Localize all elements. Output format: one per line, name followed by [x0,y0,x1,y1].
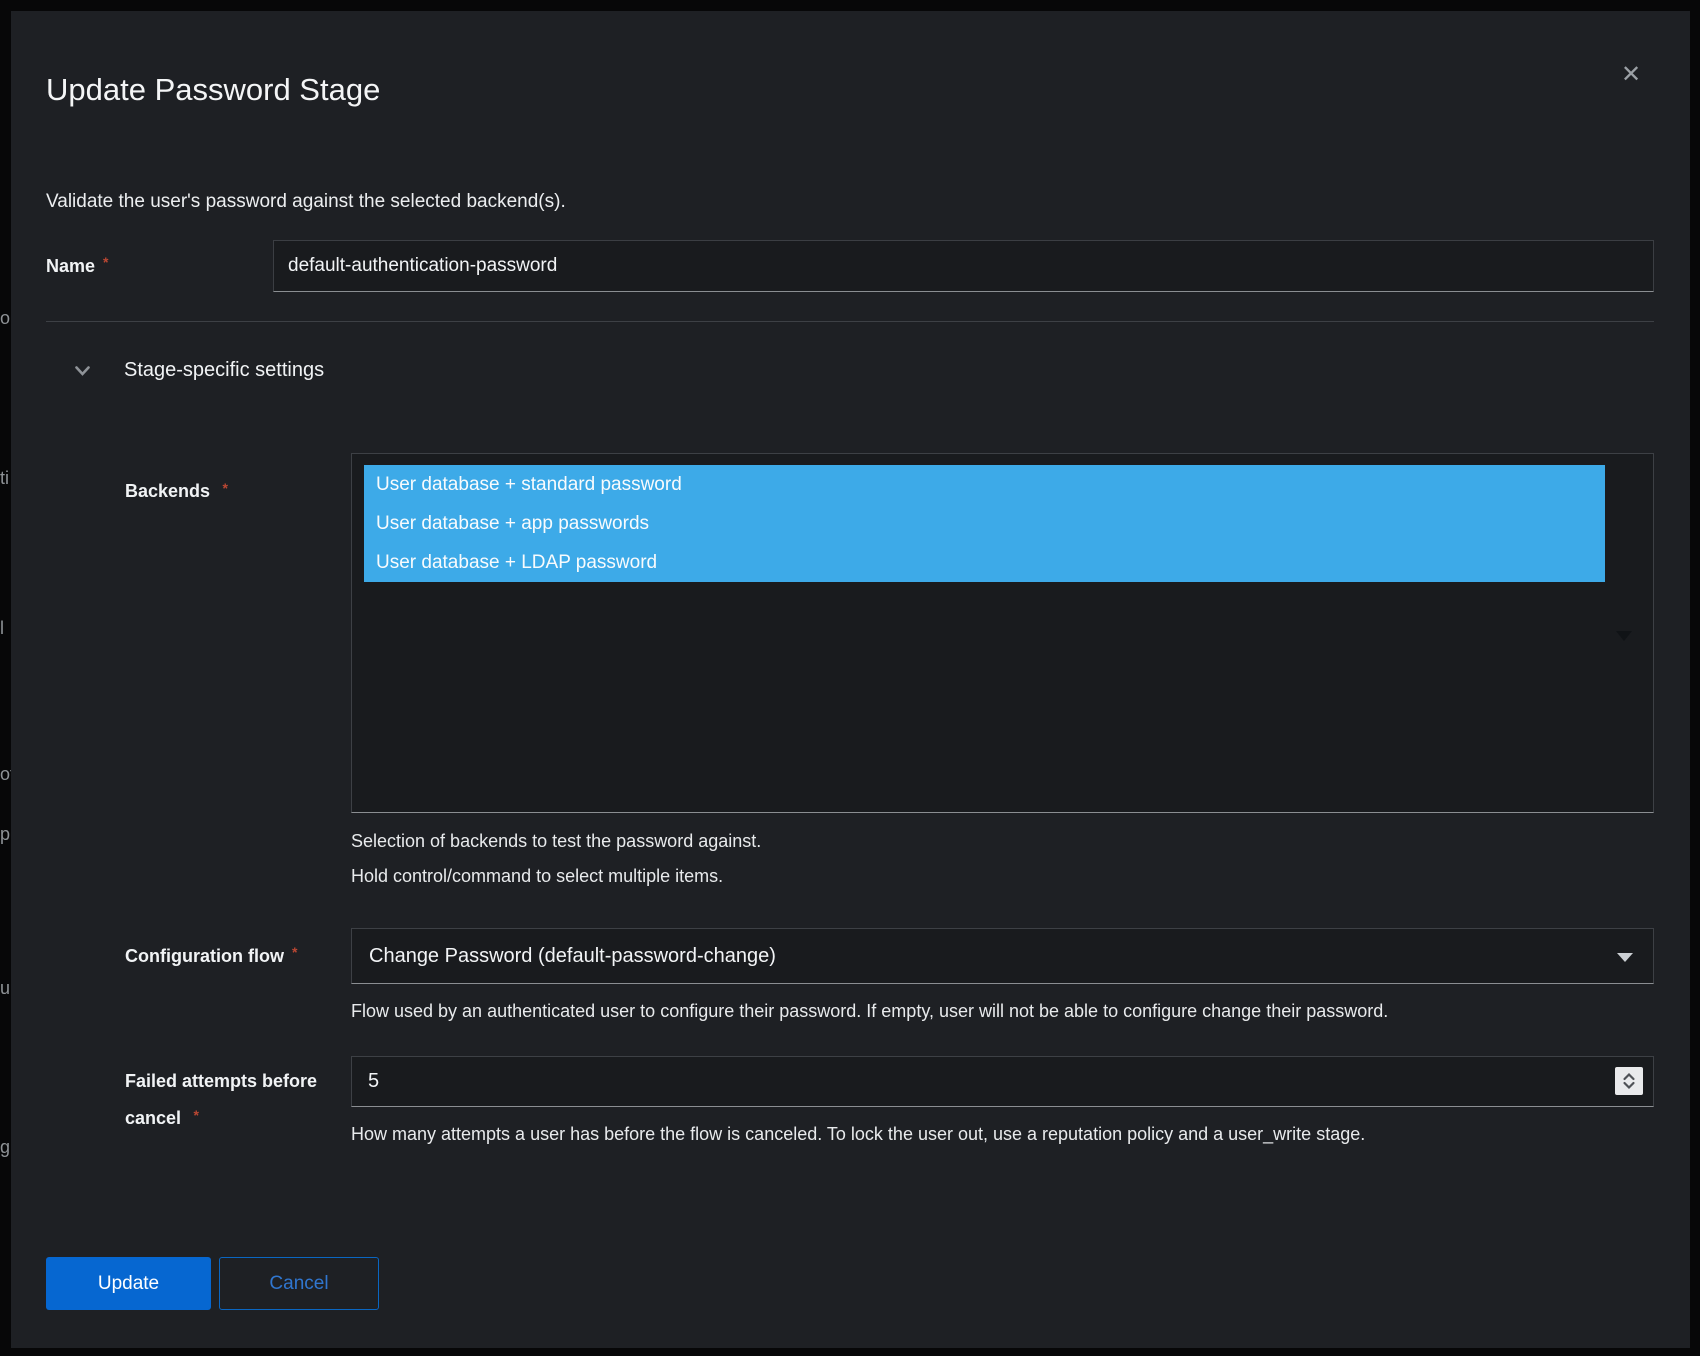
dropdown-caret-icon [1616,631,1632,641]
dropdown-caret-icon [1617,953,1633,962]
backends-option[interactable]: User database + LDAP password [364,543,1605,582]
cancel-button[interactable]: Cancel [219,1257,379,1310]
background-text-fragment: ot [0,762,11,786]
configuration-flow-help: Flow used by an authenticated user to co… [351,998,1654,1024]
required-asterisk: * [194,1107,199,1123]
backends-label: Backends [125,481,210,501]
background-text-fragment: ti [0,466,11,490]
background-text-fragment: up [0,976,11,1000]
close-icon[interactable]: ✕ [1614,57,1648,91]
page-title: Update Password Stage [46,70,380,110]
configuration-flow-label: Configuration flow [125,938,284,975]
background-text-fragment: p [0,822,11,846]
failed-attempts-form-row: Failed attempts before cancel * How many… [125,1056,1654,1147]
background-text-fragment: o [0,306,11,330]
modal-actions: Update Cancel [46,1257,379,1310]
background-text-fragment: l [0,616,11,640]
backends-help-line: Hold control/command to select multiple … [351,859,1654,894]
backends-listbox[interactable]: User database + standard password User d… [351,453,1654,813]
required-asterisk: * [103,254,108,270]
failed-attempts-help: How many attempts a user has before the … [351,1121,1654,1147]
number-spinner[interactable] [1615,1067,1643,1095]
section-divider [46,321,1654,322]
update-password-stage-modal: Update Password Stage ✕ Validate the use… [11,11,1690,1348]
chevron-down-icon [75,366,90,376]
failed-attempts-input[interactable] [351,1056,1654,1107]
backends-option[interactable]: User database + app passwords [364,504,1605,543]
spinner-up-down-icon [1621,1071,1637,1091]
stage-settings-expander-label: Stage-specific settings [124,359,324,382]
configuration-flow-selected-value: Change Password (default-password-change… [369,945,776,968]
configuration-flow-select[interactable]: Change Password (default-password-change… [351,928,1654,984]
name-input[interactable] [273,240,1654,292]
name-form-row: Name * [46,240,1654,292]
required-asterisk: * [292,944,297,960]
failed-attempts-label: Failed attempts before cancel [125,1071,317,1128]
configuration-flow-form-row: Configuration flow * Change Password (de… [125,928,1654,1024]
backends-option[interactable]: User database + standard password [364,465,1605,504]
name-label: Name [46,248,95,285]
required-asterisk: * [223,480,228,496]
stage-settings-expander[interactable]: Stage-specific settings [75,359,324,382]
background-text-fragment: g [0,1135,11,1159]
backends-form-row: Backends * User database + standard pass… [125,453,1654,894]
backends-help-line: Selection of backends to test the passwo… [351,824,1654,859]
stage-description: Validate the user's password against the… [46,191,566,213]
update-button[interactable]: Update [46,1257,211,1310]
